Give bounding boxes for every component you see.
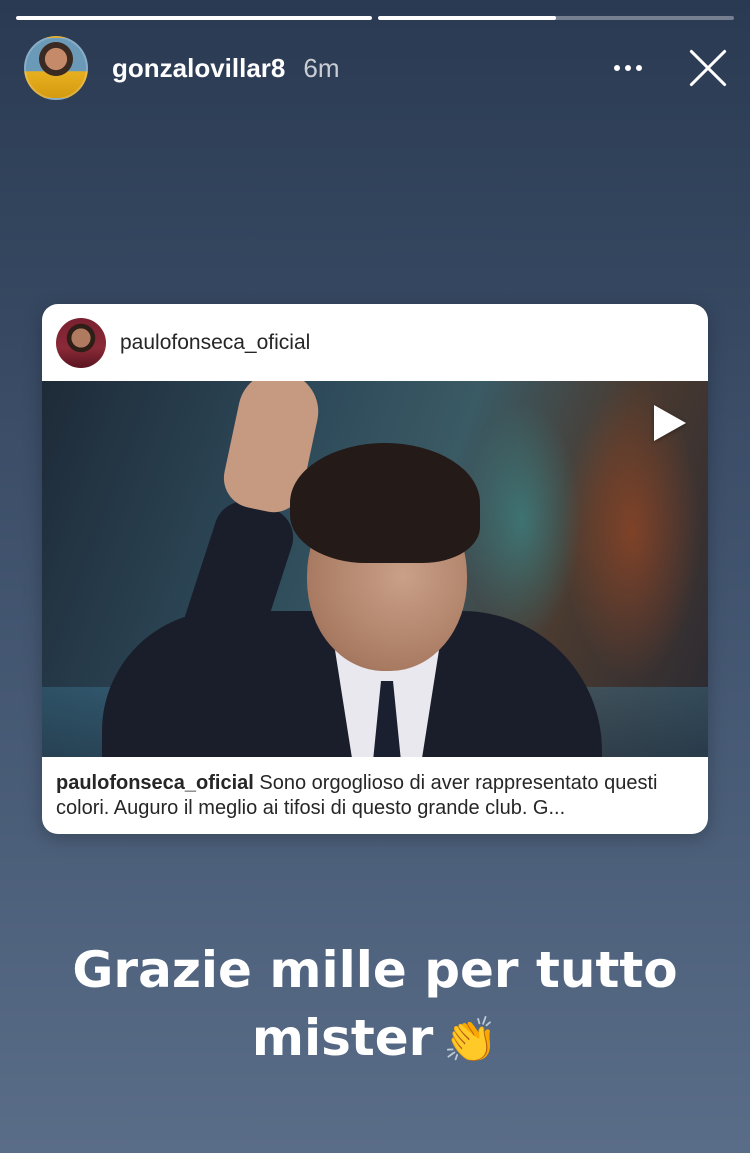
story-timestamp: 6m [303, 52, 340, 83]
shared-post-card[interactable]: paulofonseca_oficial paulofonseca_oficia… [42, 304, 708, 834]
post-caption: paulofonseca_oficial Sono orgoglioso di … [42, 757, 708, 821]
avatar[interactable] [24, 36, 88, 100]
post-media[interactable] [42, 381, 708, 757]
story-username[interactable]: gonzalovillar8 [112, 53, 285, 84]
story-overlay-text: Grazie mille per tutto mister 👏 [0, 936, 750, 1075]
more-options-icon[interactable] [608, 48, 648, 88]
clapping-hands-icon: 👏 [443, 1015, 499, 1066]
caption-username: paulofonseca_oficial [56, 772, 254, 794]
close-icon[interactable] [686, 46, 730, 90]
progress-segment [16, 16, 372, 20]
story-progress-bar [16, 16, 734, 20]
progress-segment [378, 16, 734, 20]
play-icon [646, 403, 686, 443]
post-username: paulofonseca_oficial [120, 330, 311, 354]
overlay-line-1: Grazie mille per tutto [72, 941, 678, 999]
story-header: gonzalovillar8 6m [24, 36, 730, 100]
post-avatar [56, 317, 106, 368]
post-header: paulofonseca_oficial [42, 304, 708, 381]
overlay-line-2: mister [251, 1009, 434, 1067]
